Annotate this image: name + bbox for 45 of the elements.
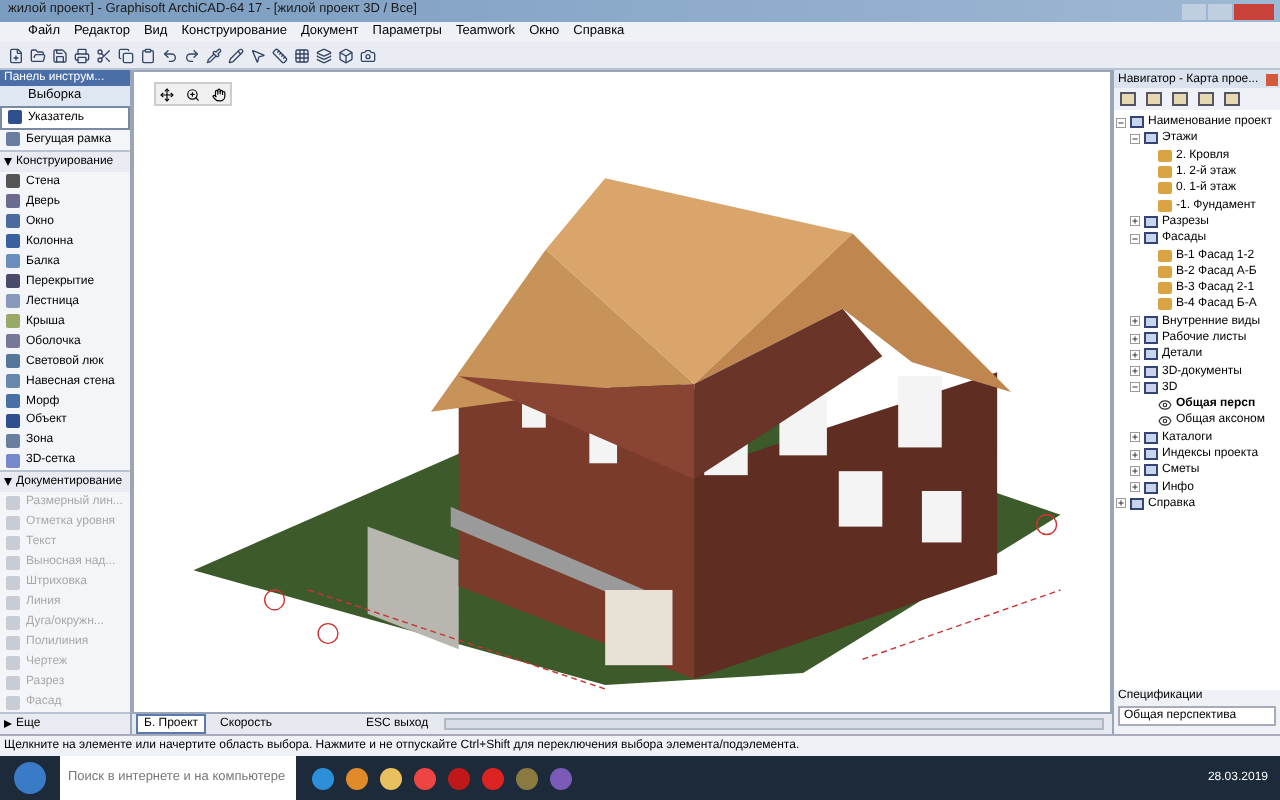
expand-toggle[interactable]: [1130, 432, 1140, 443]
expand-caret-icon: [4, 720, 12, 729]
start-button[interactable]: [14, 762, 46, 794]
cube-icon[interactable]: [338, 47, 354, 63]
taskbar-app-icon[interactable]: [516, 767, 538, 789]
ruler-icon[interactable]: [272, 47, 288, 63]
expand-toggle[interactable]: [1130, 465, 1140, 476]
taskbar-app-icon[interactable]: [346, 767, 368, 789]
pointer-icon[interactable]: [250, 47, 266, 63]
layers-icon[interactable]: [316, 47, 332, 63]
expand-toggle[interactable]: [1130, 366, 1140, 377]
expand-toggle[interactable]: [1130, 316, 1140, 327]
expand-caret-icon: [4, 157, 12, 166]
pencil-icon[interactable]: [228, 47, 244, 63]
expand-toggle[interactable]: [1130, 449, 1140, 460]
taskbar-app-icon[interactable]: [414, 767, 436, 789]
scissors-icon[interactable]: [96, 47, 112, 63]
camera-icon[interactable]: [360, 47, 376, 63]
save-icon[interactable]: [52, 47, 68, 63]
taskbar-app-icon[interactable]: [380, 767, 402, 789]
copy-icon[interactable]: [118, 47, 134, 63]
new-file-icon[interactable]: [8, 47, 24, 63]
hand-icon[interactable]: [212, 87, 226, 101]
expand-toggle[interactable]: [1130, 133, 1140, 144]
pipette-icon[interactable]: [206, 47, 222, 63]
expand-toggle[interactable]: [1130, 216, 1140, 227]
printer-icon[interactable]: [74, 47, 90, 63]
clipboard-icon[interactable]: [140, 47, 156, 63]
move-icon[interactable]: [160, 87, 174, 101]
expand-toggle[interactable]: [1116, 498, 1126, 509]
undo-icon[interactable]: [162, 47, 178, 63]
expand-toggle[interactable]: [1130, 349, 1140, 360]
expand-caret-icon: [4, 478, 12, 487]
close-icon[interactable]: [1266, 73, 1278, 85]
expand-toggle[interactable]: [1130, 482, 1140, 493]
expand-toggle[interactable]: [1116, 117, 1126, 128]
taskbar-app-icon[interactable]: [312, 767, 334, 789]
redo-icon[interactable]: [184, 47, 200, 63]
expand-toggle[interactable]: [1130, 333, 1140, 343]
zoom-icon[interactable]: [186, 87, 200, 101]
expand-toggle[interactable]: [1130, 233, 1140, 244]
open-folder-icon[interactable]: [30, 47, 46, 63]
horizontal-scrollbar[interactable]: [444, 718, 1104, 730]
grid-icon[interactable]: [294, 47, 310, 63]
expand-toggle[interactable]: [1130, 382, 1140, 393]
